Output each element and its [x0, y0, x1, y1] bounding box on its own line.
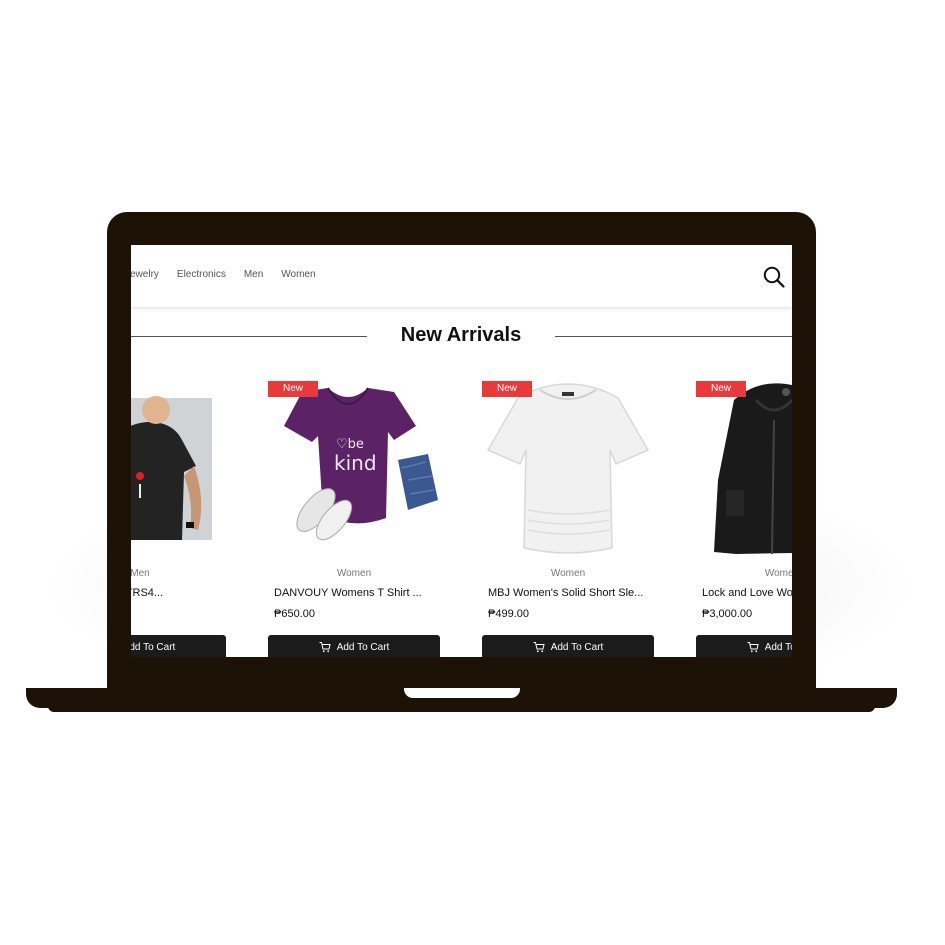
product-card[interactable]: New Women Lock and Love Women's... ₱3,00… [696, 380, 792, 657]
title-rule-right [555, 336, 792, 337]
add-to-cart-button[interactable]: Add To Cart [482, 635, 654, 657]
nav-links: Jewelry Electronics Men Women [131, 269, 316, 280]
product-card[interactable]: ♡be kind New Women DANVOUY Womens T Shir… [268, 380, 440, 657]
new-badge: New [268, 381, 318, 397]
product-name[interactable]: MBJ Women's Solid Short Sle... [488, 587, 650, 599]
nav-link-men[interactable]: Men [244, 269, 263, 280]
product-price: ₱499.00 [488, 608, 529, 620]
tshirt-print-line2: kind [334, 451, 377, 475]
add-to-cart-label: Add To Cart [764, 641, 792, 653]
section-header: New Arrivals [131, 321, 792, 351]
new-badge: New [482, 381, 532, 397]
product-card[interactable]: Men Tshirt Black - TRS4... Add To Cart [131, 380, 226, 657]
add-to-cart-label: Add To Cart [336, 641, 390, 653]
cart-icon [747, 642, 759, 653]
new-badge: New [696, 381, 746, 397]
product-category: Women [550, 568, 586, 579]
add-to-cart-button[interactable]: Add To Cart [131, 635, 226, 657]
section-title: New Arrivals [400, 324, 522, 346]
product-card[interactable]: New Women MBJ Women's Solid Short Sle...… [482, 380, 654, 657]
product-image-black-jacket[interactable] [696, 380, 792, 560]
product-name[interactable]: Lock and Love Women's... [702, 587, 792, 599]
tshirt-print-line1: ♡be [336, 437, 364, 452]
product-price: ₱650.00 [274, 608, 315, 620]
laptop-screen: Jewelry Electronics Men Women New Arriva… [131, 245, 792, 657]
product-image-white-top[interactable] [482, 380, 654, 560]
nav-link-jewelry[interactable]: Jewelry [131, 269, 159, 280]
laptop-base-bottom [48, 706, 875, 712]
product-category: Women [764, 568, 792, 579]
product-name[interactable]: Tshirt Black - TRS4... [131, 587, 222, 599]
search-icon[interactable] [763, 266, 785, 288]
title-rule-left [131, 336, 367, 337]
product-image-black-tee[interactable] [131, 380, 226, 560]
add-to-cart-label: Add To Cart [550, 641, 604, 653]
cart-icon [319, 642, 331, 653]
add-to-cart-button[interactable]: Add To Cart [696, 635, 792, 657]
add-to-cart-label: Add To Cart [131, 641, 176, 653]
product-image-purple-tee[interactable]: ♡be kind [268, 380, 440, 560]
product-category: Men [131, 568, 150, 579]
product-price: ₱3,000.00 [702, 608, 753, 620]
navbar: Jewelry Electronics Men Women [131, 245, 792, 307]
product-category: Women [336, 568, 372, 579]
product-name[interactable]: DANVOUY Womens T Shirt ... [274, 587, 436, 599]
nav-link-electronics[interactable]: Electronics [177, 269, 226, 280]
cart-icon [533, 642, 545, 653]
nav-link-women[interactable]: Women [281, 269, 315, 280]
add-to-cart-button[interactable]: Add To Cart [268, 635, 440, 657]
laptop-notch [404, 688, 520, 698]
